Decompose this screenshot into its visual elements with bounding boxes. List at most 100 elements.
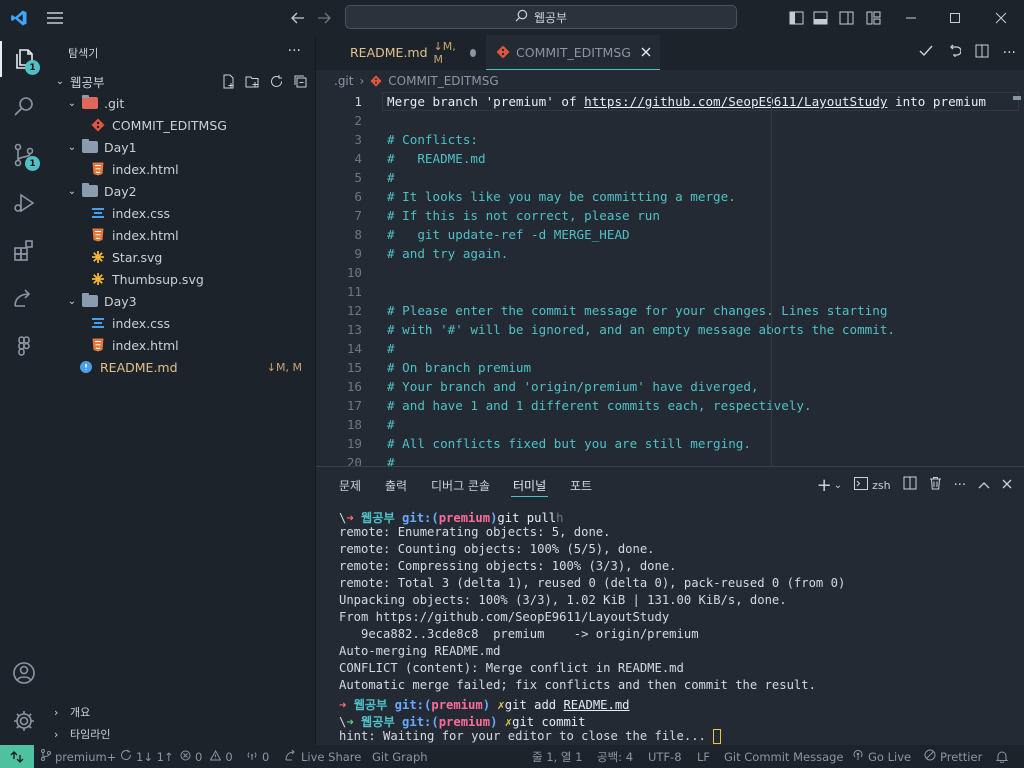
split-terminal-icon[interactable] — [903, 476, 917, 494]
git-file-icon — [370, 75, 382, 87]
tab-terminal[interactable]: 터미널 — [510, 467, 549, 503]
tree-file-readme[interactable]: README.md ↓M, M — [48, 356, 316, 378]
git-status-badge: ↓M, M — [266, 360, 302, 374]
cursor-position[interactable]: 줄 1, 열 1 — [532, 745, 582, 768]
extensions-icon[interactable] — [0, 227, 48, 275]
code-url-link[interactable]: https://github.com/SeopE9611/LayoutStudy — [584, 94, 887, 109]
more-actions-icon[interactable]: ··· — [954, 478, 966, 493]
new-file-icon[interactable] — [220, 73, 236, 89]
tree-file-day3-index-html[interactable]: index.html — [48, 334, 316, 356]
settings-gear-icon[interactable] — [0, 697, 48, 745]
more-actions-icon[interactable]: ··· — [1003, 45, 1016, 61]
new-folder-icon[interactable] — [244, 73, 260, 89]
tree-file-day2-index-html[interactable]: index.html — [48, 224, 316, 246]
scrollbar-marker[interactable] — [1013, 96, 1021, 100]
ports-status[interactable]: 0 — [246, 745, 269, 768]
sync-status[interactable]: 1↓ 1↑ — [120, 745, 174, 768]
tree-folder-day3[interactable]: ⌄ Day3 — [48, 290, 316, 312]
account-icon[interactable] — [0, 649, 48, 697]
tab-ports[interactable]: 포트 — [570, 467, 592, 503]
terminal-shell-selector[interactable]: zsh — [854, 477, 891, 493]
prettier-status[interactable]: Prettier — [924, 745, 982, 768]
problems-status[interactable]: 0 0 — [180, 745, 233, 768]
code-text: # All conflicts fixed but you are still … — [387, 436, 751, 451]
encoding-status[interactable]: UTF-8 — [648, 745, 682, 768]
tab-debug-console[interactable]: 디버그 콘솔 — [431, 467, 490, 503]
code-line: 2 — [316, 111, 1024, 130]
bottom-panel: 문제 출력 디버그 콘솔 터미널 포트 + ⌄ zsh ··· \➜ 웹공부 g… — [316, 466, 1024, 745]
remote-explorer-icon[interactable] — [0, 275, 48, 323]
tree-folder-day1[interactable]: ⌄ Day1 — [48, 136, 316, 158]
workspace-folder-row[interactable]: ⌄ 웹공부 — [48, 70, 316, 92]
menu-icon[interactable] — [42, 0, 68, 35]
tree-file-star-svg[interactable]: Star.svg — [48, 246, 316, 268]
tab-output[interactable]: 출력 — [385, 467, 407, 503]
trash-icon[interactable] — [929, 476, 942, 494]
remote-indicator-icon[interactable] — [0, 745, 34, 768]
code-text: # If this is not correct, please run — [387, 208, 660, 223]
minimize-icon[interactable] — [896, 0, 926, 35]
line-number: 17 — [346, 398, 362, 413]
language-mode-status[interactable]: Git Commit Message — [724, 745, 844, 768]
tree-label: Day3 — [104, 293, 137, 309]
tree-folder-day2[interactable]: ⌄ Day2 — [48, 180, 316, 202]
live-share-status[interactable]: Live Share — [285, 745, 361, 768]
collapse-all-icon[interactable] — [292, 73, 308, 89]
forward-arrow-icon[interactable] — [314, 0, 334, 35]
error-count: 0 — [195, 749, 203, 764]
tree-file-day2-index-css[interactable]: index.css — [48, 202, 316, 224]
figma-icon[interactable] — [0, 323, 48, 371]
discard-icon[interactable] — [947, 44, 962, 61]
tree-file-day3-index-css[interactable]: index.css — [48, 312, 316, 334]
terminal-output-line: remote: Enumerating objects: 5, done. — [339, 525, 611, 539]
toggle-panel-icon[interactable] — [810, 0, 830, 35]
accept-commit-icon[interactable] — [919, 45, 933, 60]
timeline-label: 타임라인 — [70, 728, 111, 741]
more-actions-icon[interactable]: ··· — [288, 43, 301, 59]
notifications-bell-icon[interactable] — [996, 745, 1008, 768]
close-panel-icon[interactable] — [1002, 478, 1012, 493]
close-tab-icon[interactable] — [641, 47, 651, 57]
command-center-search[interactable]: 웹공부 — [345, 5, 737, 29]
editor-actions: ··· — [919, 35, 1016, 70]
tab-problems[interactable]: 문제 — [339, 467, 361, 503]
timeline-section[interactable]: › 타임라인 — [48, 723, 316, 745]
go-live-status[interactable]: Go Live — [852, 745, 911, 768]
split-editor-icon[interactable] — [975, 44, 989, 61]
breadcrumb-file[interactable]: COMMIT_EDITMSG — [388, 74, 498, 88]
code-text: # Please enter the commit message for yo… — [387, 303, 888, 318]
line-number: 2 — [354, 113, 362, 128]
back-arrow-icon[interactable] — [288, 0, 308, 35]
unsaved-dot-icon[interactable] — [469, 48, 476, 57]
prettier-disabled-icon — [924, 749, 936, 764]
tree-file-commit-editmsg[interactable]: COMMIT_EDITMSG — [48, 114, 316, 136]
run-debug-icon[interactable] — [0, 179, 48, 227]
new-terminal-icon[interactable]: + — [817, 475, 832, 496]
refresh-icon[interactable] — [268, 73, 284, 89]
outline-section[interactable]: › 개요 — [48, 701, 316, 723]
chevron-down-icon[interactable]: ⌄ — [834, 480, 842, 491]
tree-file-thumbsup-svg[interactable]: Thumbsup.svg — [48, 268, 316, 290]
breadcrumb-folder[interactable]: .git — [334, 74, 353, 88]
folder-icon — [82, 139, 98, 155]
tree-folder-git[interactable]: ⌄ .git — [48, 92, 316, 114]
branch-status[interactable]: premium+ — [40, 745, 116, 768]
tab-readme[interactable]: README.md ↓M, M — [316, 35, 486, 70]
source-control-icon[interactable]: 1 — [0, 131, 48, 179]
search-view-icon[interactable] — [0, 83, 48, 131]
explorer-icon[interactable]: 1 — [0, 35, 48, 83]
tab-commit-editmsg[interactable]: COMMIT_EDITMSG — [486, 35, 660, 70]
code-editor[interactable]: 1 Merge branch 'premium' of https://gith… — [316, 92, 1024, 466]
eol-status[interactable]: LF — [697, 745, 710, 768]
git-graph-status[interactable]: Git Graph — [372, 745, 428, 768]
customize-layout-icon[interactable] — [863, 0, 883, 35]
terminal-output-line: CONFLICT (content): Merge conflict in RE… — [339, 661, 684, 675]
tree-file-day1-index-html[interactable]: index.html — [48, 158, 316, 180]
git-file-icon — [496, 45, 510, 59]
close-window-icon[interactable] — [986, 0, 1016, 35]
maximize-panel-icon[interactable] — [978, 478, 990, 493]
indentation-status[interactable]: 공백: 4 — [597, 745, 633, 768]
maximize-icon[interactable] — [940, 0, 970, 35]
toggle-secondary-sidebar-icon[interactable] — [836, 0, 856, 35]
toggle-primary-sidebar-icon[interactable] — [786, 0, 806, 35]
